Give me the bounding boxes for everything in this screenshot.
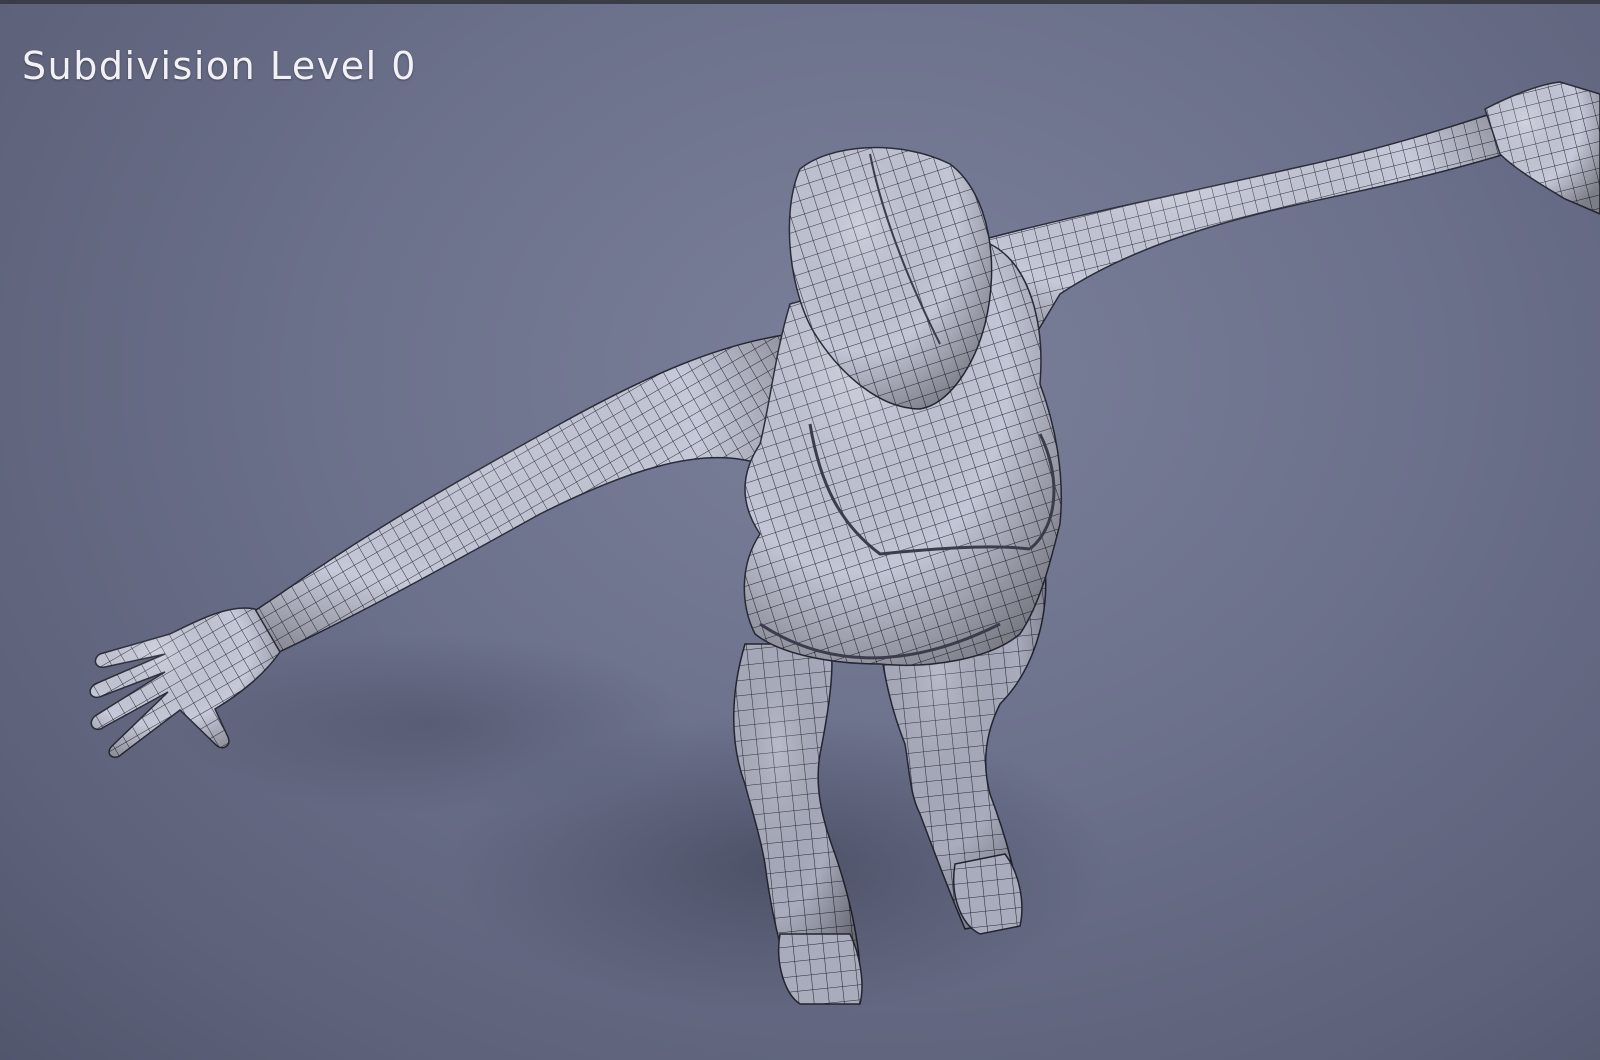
left-arm (248, 333, 791, 655)
wireframe-figure-render (89, 81, 1600, 1014)
left-foot (778, 933, 863, 1005)
render-viewport: Subdivision Level 0 (0, 0, 1600, 1060)
right-hand (1484, 81, 1600, 215)
right-arm (983, 113, 1506, 346)
subdivision-level-caption: Subdivision Level 0 (22, 44, 417, 88)
